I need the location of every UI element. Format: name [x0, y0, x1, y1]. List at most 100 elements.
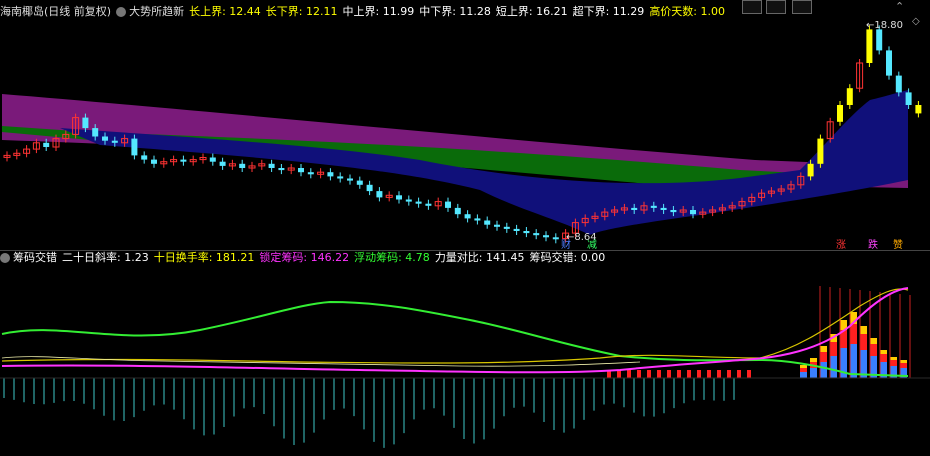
upper-field-4: 短上界: 16.21	[495, 5, 568, 18]
candle-body	[366, 184, 373, 192]
candle-body	[396, 195, 402, 200]
stack-yellow	[820, 346, 827, 352]
candle-body	[219, 161, 226, 166]
toolbar-button-1[interactable]	[742, 0, 762, 14]
candle-body	[543, 235, 549, 238]
small-red-bar	[717, 370, 721, 378]
stack-blue	[830, 356, 837, 378]
candle-body	[151, 159, 157, 164]
high-price-label: ←18.80	[866, 20, 903, 31]
stack-blue	[800, 372, 807, 378]
candle-body	[209, 157, 216, 162]
candle-body	[337, 176, 344, 179]
small-red-bar	[677, 370, 681, 378]
candle-body	[513, 228, 520, 231]
upper-field-6: 高价天数: 1.00	[649, 5, 726, 18]
candle-body	[131, 138, 138, 156]
stack-red	[830, 342, 837, 356]
candle-body	[445, 201, 451, 208]
stack-red	[870, 344, 877, 356]
candle-body	[503, 226, 510, 229]
stack-red	[800, 368, 807, 372]
indicator-name[interactable]: 大势所趋新	[129, 4, 184, 20]
small-red-bar	[667, 370, 671, 378]
candle-body	[650, 205, 657, 208]
candle-body	[307, 172, 314, 175]
candle-body	[464, 214, 471, 219]
upper-header: 海南椰岛(日线 前复权) 大势所趋新 长上界: 12.44 长下界: 12.11 中…	[0, 4, 735, 20]
candle-body	[268, 163, 275, 168]
stack-yellow	[890, 357, 897, 360]
small-red-bar	[727, 370, 731, 378]
candle-body	[552, 237, 559, 240]
candle-body	[82, 117, 89, 129]
upper-field-1: 长下界: 12.11	[265, 5, 338, 18]
candle-body	[180, 159, 187, 162]
candle-body	[670, 210, 677, 213]
lower-field-5: 力量对比: 141.45	[434, 251, 525, 264]
candle-body	[895, 75, 902, 93]
small-red-bar	[687, 370, 691, 378]
stack-red	[850, 324, 857, 344]
lower-field-2: 十日换手率: 181.21	[153, 251, 255, 264]
stack-red	[820, 352, 827, 362]
stack-yellow	[900, 360, 907, 363]
stack-yellow	[800, 365, 807, 368]
candle-body	[102, 136, 108, 141]
candle-body	[846, 88, 853, 105]
small-red-bar	[707, 370, 711, 378]
stack-yellow	[810, 358, 817, 362]
candle-body	[425, 203, 432, 206]
candle-body	[807, 163, 814, 177]
toolbar-button-3[interactable]	[792, 0, 812, 14]
stack-red	[890, 360, 897, 366]
lower-indicator-values: 筹码交错 二十日斜率: 1.23 十日换手率: 181.21 锁定筹码: 146.22…	[13, 250, 610, 266]
settings-icon[interactable]	[116, 7, 127, 17]
stack-yellow	[870, 338, 877, 344]
candle-body	[415, 201, 422, 204]
upper-field-5: 超下界: 11.29	[572, 5, 645, 18]
candle-body	[356, 180, 363, 185]
small-red-bar	[697, 370, 701, 378]
stack-blue	[810, 368, 817, 378]
lower-field-6: 筹码交错: 0.00	[529, 251, 606, 264]
candle-body	[866, 29, 873, 63]
stack-yellow	[880, 350, 887, 354]
small-red-bar	[747, 370, 751, 378]
upper-field-0: 长上界: 12.44	[189, 5, 261, 18]
candle-body	[690, 210, 696, 215]
small-red-bar	[657, 370, 661, 378]
lower-field-4: 浮动筹码: 4.78	[354, 251, 430, 264]
lower-field-1: 二十日斜率: 1.23	[62, 251, 149, 264]
candle-body	[347, 178, 353, 181]
lower-field-0: 筹码交错	[13, 251, 57, 264]
candle-body	[817, 138, 824, 164]
stock-title: 海南椰岛(日线 前复权)	[0, 5, 112, 18]
settings-icon-lower[interactable]	[0, 253, 10, 263]
candle-body	[298, 168, 304, 173]
candle-body	[660, 207, 667, 210]
candle-body	[327, 172, 334, 177]
candle-body	[915, 105, 922, 114]
upper-field-2: 中上界: 11.99	[342, 5, 415, 18]
toolbar-button-2[interactable]	[766, 0, 786, 14]
price-chart[interactable]: ←18.80←8.64财减涨跌赞	[0, 20, 930, 252]
collapse-icon[interactable]: ⌃	[895, 0, 904, 13]
stack-red	[880, 354, 887, 362]
candle-body	[239, 163, 246, 168]
small-red-bar	[627, 370, 631, 378]
candle-body	[43, 142, 50, 147]
yellow-line	[1, 288, 909, 364]
candle-body	[494, 224, 500, 227]
candle-body	[141, 155, 148, 160]
indicator-chart[interactable]	[0, 266, 930, 456]
small-red-bar	[617, 370, 621, 378]
small-red-bar	[637, 370, 641, 378]
candle-body	[484, 220, 491, 225]
candle-body	[405, 199, 412, 202]
stack-blue	[850, 344, 857, 378]
candle-body	[533, 233, 540, 236]
upper-indicator-values: 长上界: 12.44 长下界: 12.11 中上界: 11.99 中下界: 11.28…	[189, 4, 730, 20]
stack-yellow	[860, 326, 867, 334]
candle-body	[376, 191, 383, 198]
